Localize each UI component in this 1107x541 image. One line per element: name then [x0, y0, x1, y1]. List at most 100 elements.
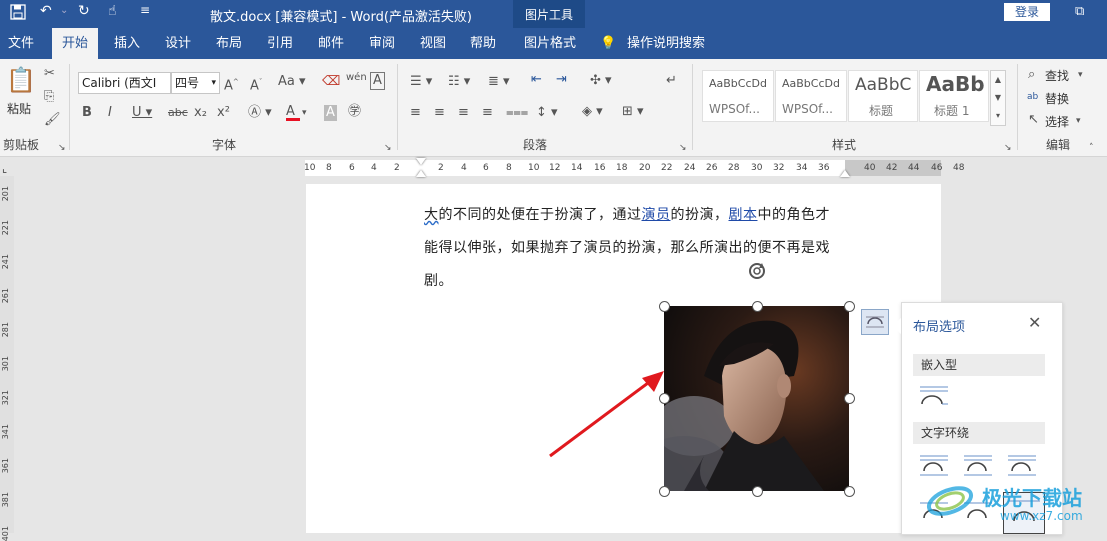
- styles-scroll[interactable]: ▲ ▼ ▾: [990, 70, 1006, 126]
- show-marks-icon[interactable]: ↵: [666, 73, 677, 89]
- tab-help[interactable]: 帮助: [470, 28, 496, 59]
- cut-icon[interactable]: ✂: [44, 66, 55, 82]
- font-color-icon[interactable]: A: [286, 104, 300, 121]
- underline-icon[interactable]: U ▾: [132, 105, 152, 121]
- paste-button[interactable]: 粘贴: [7, 100, 31, 117]
- font-color-dropdown-icon[interactable]: ▾: [302, 105, 307, 121]
- first-line-indent-marker[interactable]: [416, 158, 426, 165]
- undo-dropdown-icon[interactable]: ⌄: [60, 5, 68, 16]
- distributed-icon[interactable]: ⩶: [506, 105, 528, 121]
- font-launcher-icon[interactable]: ↘: [384, 140, 392, 156]
- resize-handle[interactable]: [659, 486, 670, 497]
- line-spacing-icon[interactable]: ↕ ▾: [536, 105, 558, 121]
- layout-options-button[interactable]: [861, 309, 889, 335]
- align-right-icon[interactable]: ≡: [458, 105, 469, 121]
- bullets-icon[interactable]: ☰ ▾: [410, 74, 432, 90]
- document-line-3[interactable]: 剧。: [424, 270, 453, 290]
- format-painter-icon[interactable]: 🖌: [44, 112, 61, 128]
- asian-layout-icon[interactable]: ✣ ▾: [590, 73, 612, 89]
- redo-icon[interactable]: ↻: [78, 3, 90, 19]
- document-line-2[interactable]: 能得以伸张，如果抛弃了演员的扮演，那么所演出的便不再是戏: [424, 237, 830, 257]
- collapse-ribbon-icon[interactable]: ˄: [1089, 140, 1094, 156]
- strikethrough-icon[interactable]: abc: [168, 105, 188, 121]
- customize-qat-icon[interactable]: ≡: [140, 3, 150, 17]
- shading-icon[interactable]: ◈ ▾: [582, 104, 603, 120]
- italic-icon[interactable]: I: [108, 105, 112, 121]
- inline-with-text-icon[interactable]: [918, 384, 948, 408]
- find-dropdown-icon[interactable]: ▾: [1078, 67, 1083, 83]
- tab-insert[interactable]: 插入: [114, 28, 140, 59]
- replace-button[interactable]: 替换: [1045, 90, 1069, 107]
- resize-handle[interactable]: [844, 301, 855, 312]
- font-name-select[interactable]: Calibri (西文I: [78, 72, 171, 94]
- align-center-icon[interactable]: ≡: [434, 105, 445, 121]
- resize-handle[interactable]: [752, 301, 763, 312]
- style-item[interactable]: AaBbCcDd WPSOf...: [775, 70, 847, 122]
- close-icon[interactable]: ✕: [1028, 313, 1041, 332]
- wrap-square-icon[interactable]: [918, 453, 948, 477]
- shrink-font-icon[interactable]: Aˇ: [250, 74, 262, 94]
- clear-format-icon[interactable]: ⌫: [322, 74, 340, 90]
- ribbon-display-icon[interactable]: ⧉: [1075, 4, 1084, 19]
- style-item[interactable]: AaBbC 标题: [848, 70, 918, 122]
- tab-review[interactable]: 审阅: [369, 28, 395, 59]
- document-line-1[interactable]: 大的不同的处便在于扮演了，通过演员的扮演，剧本中的角色才: [424, 204, 830, 224]
- select-dropdown-icon[interactable]: ▾: [1076, 113, 1081, 129]
- selected-picture[interactable]: [664, 306, 849, 491]
- bold-icon[interactable]: B: [82, 105, 92, 121]
- login-button[interactable]: 登录: [1004, 3, 1050, 21]
- replace-icon[interactable]: ab: [1027, 89, 1038, 105]
- tab-references[interactable]: 引用: [267, 28, 293, 59]
- tell-me-search[interactable]: 操作说明搜索: [627, 28, 705, 59]
- save-icon[interactable]: [10, 4, 26, 24]
- style-item[interactable]: AaBb 标题 1: [919, 70, 989, 122]
- phonetic-guide-icon[interactable]: wén: [346, 70, 367, 86]
- increase-indent-icon[interactable]: ⇥: [556, 72, 567, 88]
- link-script[interactable]: 剧本: [729, 207, 758, 223]
- style-item[interactable]: AaBbCcDd WPSOf...: [702, 70, 774, 122]
- character-border-icon[interactable]: A: [370, 72, 385, 90]
- tab-mailings[interactable]: 邮件: [318, 28, 344, 59]
- subscript-icon[interactable]: x₂: [194, 105, 207, 121]
- decrease-indent-icon[interactable]: ⇤: [531, 72, 542, 88]
- multilevel-list-icon[interactable]: ≣ ▾: [488, 74, 510, 90]
- styles-launcher-icon[interactable]: ↘: [1004, 140, 1012, 156]
- enclose-characters-icon[interactable]: ㊫: [348, 104, 361, 120]
- tab-layout[interactable]: 布局: [216, 28, 242, 59]
- align-left-icon[interactable]: ≡: [410, 105, 421, 121]
- hanging-indent-marker[interactable]: [416, 170, 426, 177]
- tab-picture-format[interactable]: 图片格式: [524, 28, 576, 59]
- tab-design[interactable]: 设计: [165, 28, 191, 59]
- find-button[interactable]: 查找: [1045, 67, 1069, 84]
- grow-font-icon[interactable]: A^: [224, 74, 239, 94]
- paragraph-launcher-icon[interactable]: ↘: [679, 140, 687, 156]
- resize-handle[interactable]: [844, 393, 855, 404]
- resize-handle[interactable]: [844, 486, 855, 497]
- find-icon[interactable]: ⌕: [1028, 67, 1035, 83]
- tab-file[interactable]: 文件: [8, 28, 34, 59]
- tab-home[interactable]: 开始: [52, 28, 99, 59]
- touch-mode-icon[interactable]: ☝: [108, 3, 117, 19]
- tab-selector[interactable]: ⌞: [2, 162, 7, 175]
- clipboard-launcher-icon[interactable]: ↘: [58, 140, 66, 156]
- tab-view[interactable]: 视图: [420, 28, 446, 59]
- right-indent-marker[interactable]: [840, 170, 850, 177]
- text-effects-icon[interactable]: Ⓐ ▾: [248, 105, 272, 121]
- borders-icon[interactable]: ⊞ ▾: [622, 104, 644, 120]
- wrap-through-icon[interactable]: [1006, 453, 1036, 477]
- character-shading-icon[interactable]: A: [324, 105, 337, 121]
- select-icon[interactable]: ↖: [1028, 112, 1039, 128]
- numbering-icon[interactable]: ☷ ▾: [448, 74, 470, 90]
- link-actor[interactable]: 演员: [642, 207, 671, 223]
- superscript-icon[interactable]: x²: [217, 105, 230, 121]
- resize-handle[interactable]: [752, 486, 763, 497]
- select-button[interactable]: 选择: [1045, 113, 1069, 130]
- change-case-icon[interactable]: Aa ▾: [278, 74, 306, 90]
- undo-icon[interactable]: ↶: [40, 3, 52, 19]
- paste-icon[interactable]: 📋: [6, 66, 36, 94]
- wrap-tight-icon[interactable]: [962, 453, 992, 477]
- font-size-select[interactable]: 四号 ▾: [171, 72, 220, 94]
- rotate-handle-icon[interactable]: [746, 260, 768, 282]
- copy-icon[interactable]: ⎘: [44, 89, 54, 105]
- resize-handle[interactable]: [659, 301, 670, 312]
